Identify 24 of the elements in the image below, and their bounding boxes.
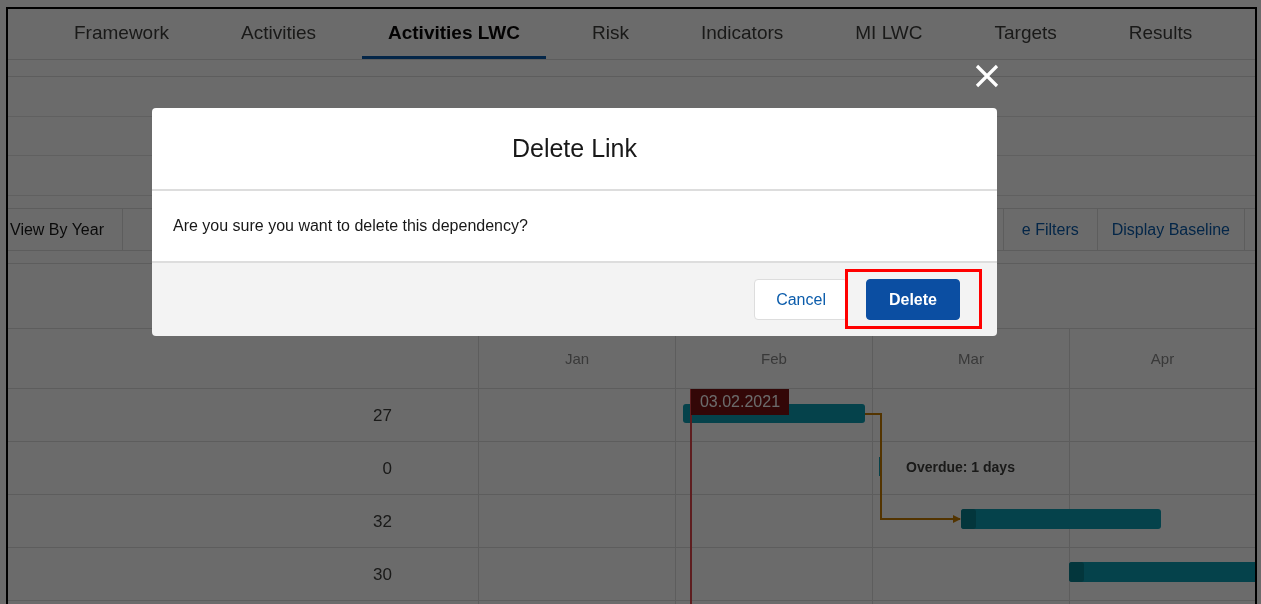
- delete-button[interactable]: Delete: [865, 279, 960, 320]
- today-date-label: 03.02.2021: [691, 389, 789, 415]
- close-icon[interactable]: [975, 64, 999, 88]
- cancel-button[interactable]: Cancel: [754, 279, 848, 320]
- dialog-message: Are you sure you want to delete this dependency?: [173, 217, 528, 235]
- filters-button[interactable]: e Filters: [1002, 209, 1098, 250]
- duration-cell-text: 30: [372, 563, 393, 586]
- duration-cell-text: 0: [381, 457, 393, 480]
- dialog-title: Delete Link: [511, 134, 638, 163]
- task-bar[interactable]: [961, 509, 1161, 529]
- duration-cell-text: 32: [372, 510, 393, 533]
- nav-tab[interactable]: Activities LWC: [362, 9, 546, 59]
- nav-tab[interactable]: Activities: [215, 9, 342, 59]
- nav-tab[interactable]: Targets: [968, 9, 1083, 59]
- nav-tab[interactable]: Risk: [565, 9, 655, 59]
- nav-tab[interactable]: Indicators: [674, 9, 810, 59]
- nav-tab[interactable]: Results: [1102, 9, 1219, 59]
- view-by-year-button[interactable]: View By Year: [8, 209, 123, 250]
- overdue-label: Overdue: 1 days: [906, 459, 1015, 475]
- duration-cell-text: 27: [372, 404, 393, 427]
- nav-tab[interactable]: Framework: [48, 9, 195, 59]
- nav-tab[interactable]: MI LWC: [829, 9, 949, 59]
- task-bar[interactable]: [1069, 562, 1255, 582]
- task-bar[interactable]: [879, 457, 882, 476]
